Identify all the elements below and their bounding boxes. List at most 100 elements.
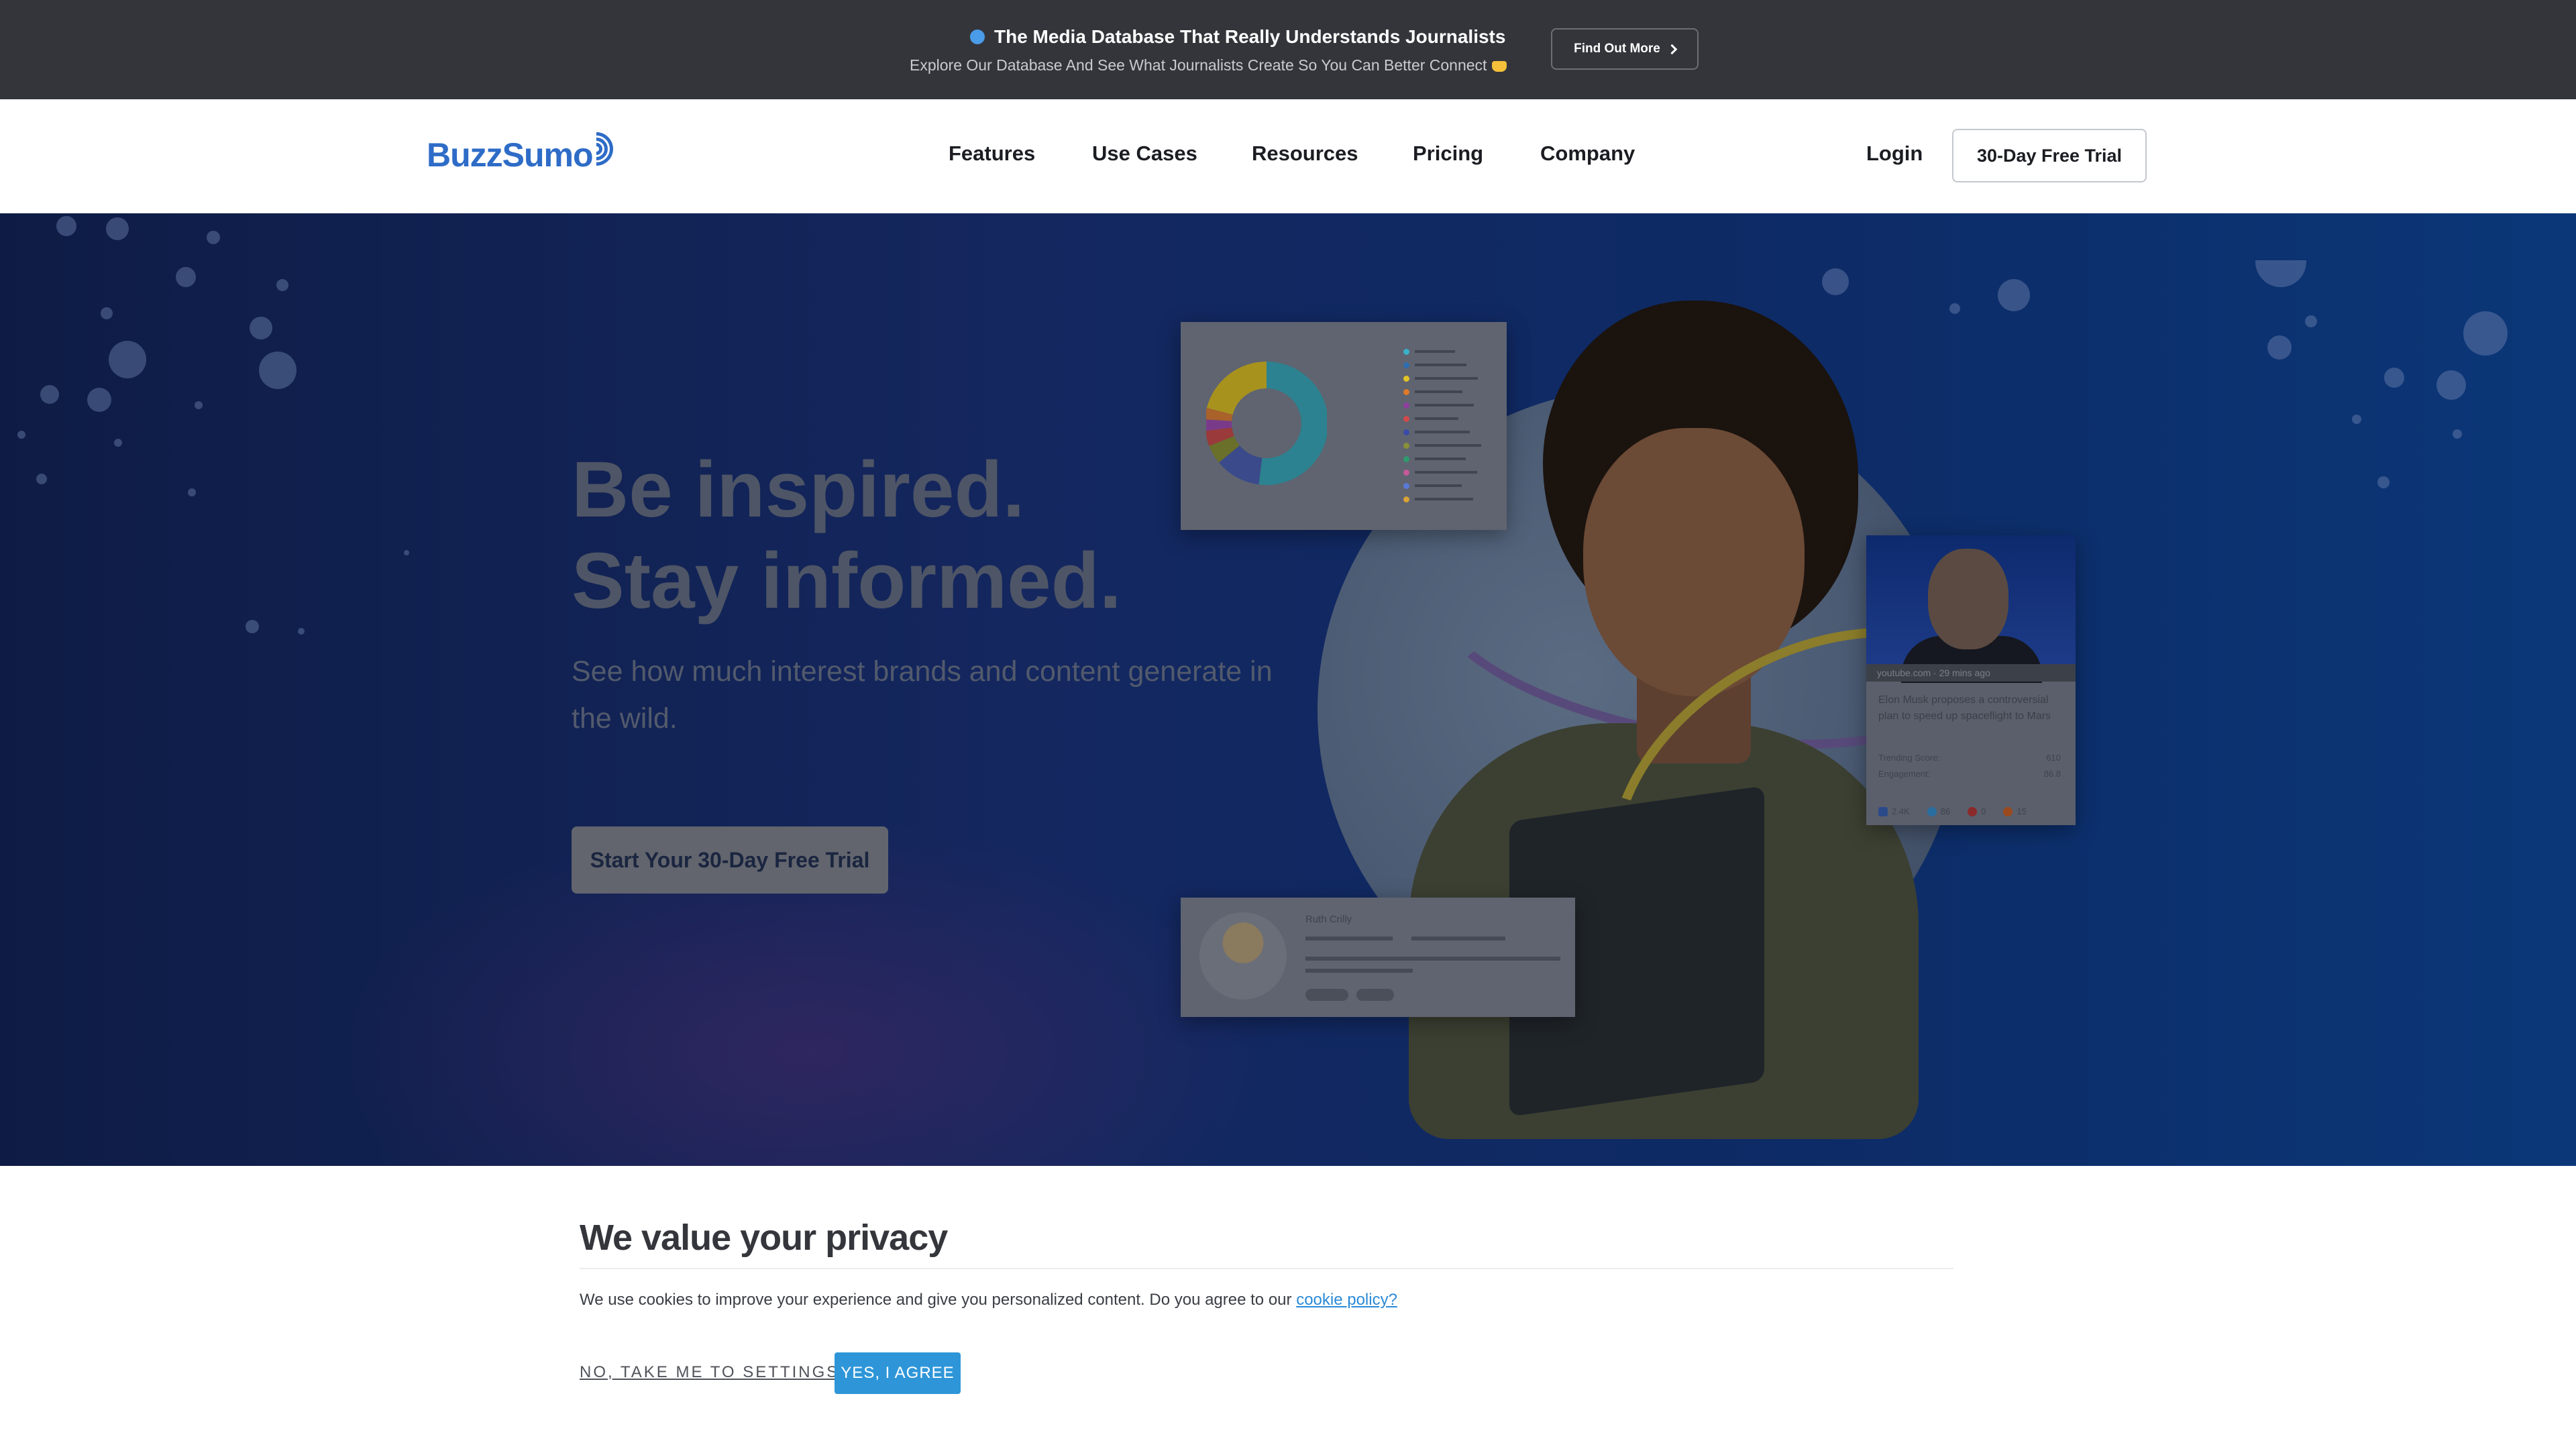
legend-entry [1403,455,1466,463]
decor-dot [109,341,146,378]
pinterest-count: 0 [1968,806,1986,816]
cookie-policy-link[interactable]: cookie policy? [1296,1291,1397,1309]
privacy-message-text: We use cookies to improve your experienc… [580,1291,1292,1309]
status-dot-icon [970,30,985,44]
decor-dot [36,474,47,484]
nav-features[interactable]: Features [949,142,1035,166]
legend-swatch [1403,469,1409,476]
decor-dot [56,216,76,236]
decor-dot [2436,370,2466,400]
article-title: Elon Musk proposes a controversial plan … [1878,694,2051,722]
announcement-bar [0,0,2576,99]
nav-company[interactable]: Company [1540,142,1635,166]
trending-score-label: Trending Score: [1878,753,1941,763]
legend-entry [1403,428,1470,436]
decor-dot [17,431,25,439]
decor-dot [1822,268,1849,295]
legend-label-placeholder [1415,458,1466,460]
find-out-more-label: Find Out More [1574,42,1660,56]
decline-settings-button[interactable]: NO, TAKE ME TO SETTINGS [580,1363,839,1382]
decor-dot [176,267,196,287]
legend-entry [1403,441,1481,449]
legend-swatch [1403,496,1409,502]
twitter-count: 86 [1927,806,1950,816]
influencer-bio-line [1305,969,1413,973]
announcement-title-text: The Media Database That Really Understan… [994,26,1506,47]
influencer-tag [1356,989,1394,1001]
influencer-twitter-handle [1305,936,1393,941]
legend-swatch [1403,442,1409,449]
donut-chart [1206,362,1327,485]
thumbnail-head [1928,549,2008,649]
legend-swatch [1403,455,1409,462]
legend-swatch [1403,362,1409,368]
decor-dot [106,217,129,240]
legend-label-placeholder [1415,431,1470,433]
influencer-name: Ruth Crilly [1305,914,1352,925]
legend-label-placeholder [1415,404,1474,407]
signal-waves-icon [572,125,620,173]
decor-dot [404,550,409,555]
buzzsumo-logo[interactable]: BuzzSumo [427,125,620,178]
legend-swatch [1403,429,1409,435]
twitter-icon [1927,806,1937,816]
legend-entry [1403,415,1458,423]
article-source: youtube.com · 29 mins ago [1866,664,2076,682]
influencer-instagram-handle [1411,936,1505,941]
engagement-value: 86.8 [2043,769,2061,779]
decor-dot [2453,429,2462,439]
decor-dot [207,231,220,244]
emoji-icon [1492,60,1507,72]
legend-entry [1403,495,1473,503]
hero-section: Be inspired. Stay informed. See how much… [0,213,2576,1166]
decor-dot [250,317,272,339]
legend-label-placeholder [1415,417,1458,420]
privacy-title: We value your privacy [580,1218,948,1258]
legend-label-placeholder [1415,350,1455,353]
start-trial-button[interactable]: Start Your 30-Day Free Trial [572,826,888,894]
legend-label-placeholder [1415,498,1473,500]
influencer-card: Ruth Crilly [1181,898,1575,1017]
privacy-divider [580,1268,1953,1269]
legend-entry [1403,482,1462,490]
decor-dot [1998,279,2030,311]
decor-dot [87,388,111,412]
nav-resources[interactable]: Resources [1252,142,1358,166]
decor-dot [2255,260,2306,287]
decor-dot [298,628,305,635]
legend-entry [1403,347,1455,356]
find-out-more-button[interactable]: Find Out More [1551,28,1699,70]
reddit-icon [2003,806,2013,816]
facebook-count: 2.4K [1878,806,1910,816]
legend-entry [1403,401,1474,409]
legend-label-placeholder [1415,471,1477,474]
privacy-message: We use cookies to improve your experienc… [580,1291,1397,1309]
decor-dot [276,279,288,291]
legend-entry [1403,361,1466,369]
legend-swatch [1403,388,1409,395]
legend-swatch [1403,415,1409,422]
decor-dot [101,307,113,319]
decor-dot [1949,303,1960,314]
engagement-label: Engagement: [1878,769,1931,779]
decor-dot [2463,311,2508,356]
influencer-avatar [1199,912,1287,1000]
accept-cookies-button[interactable]: YES, I AGREE [835,1352,961,1394]
nav-pricing[interactable]: Pricing [1413,142,1483,166]
decor-dot [2384,368,2404,388]
chevron-right-icon [1666,44,1678,54]
announcement-subtitle-text: Explore Our Database And See What Journa… [910,56,1487,74]
free-trial-button[interactable]: 30-Day Free Trial [1952,129,2147,182]
legend-label-placeholder [1415,484,1462,487]
nav-use-cases[interactable]: Use Cases [1092,142,1197,166]
legend-label-placeholder [1415,444,1481,447]
legend-label-placeholder [1415,364,1466,366]
trending-score-row: Trending Score: 610 [1878,753,2061,763]
legend-swatch [1403,402,1409,409]
pinterest-icon [1968,806,1978,816]
hero-subheading: See how much interest brands and content… [572,655,1273,735]
login-link[interactable]: Login [1866,142,1923,166]
decor-dot [195,401,203,409]
decor-dot [259,352,297,389]
decor-dot [188,488,196,496]
